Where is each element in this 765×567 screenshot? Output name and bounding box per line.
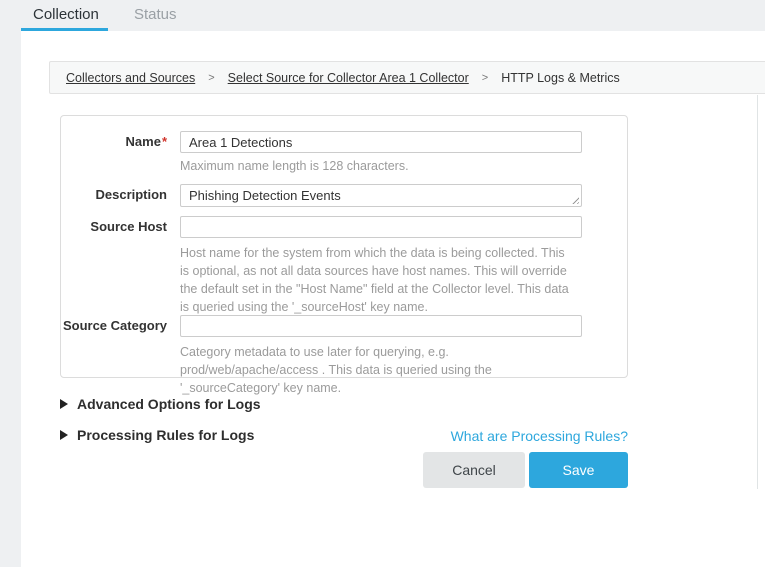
- source-host-help-text: Host name for the system from which the …: [180, 244, 574, 316]
- advanced-options-toggle[interactable]: Advanced Options for Logs: [60, 396, 261, 412]
- breadcrumb-collectors-and-sources[interactable]: Collectors and Sources: [66, 71, 195, 85]
- name-input[interactable]: [180, 131, 582, 153]
- content-panel: Collectors and Sources > Select Source f…: [21, 31, 765, 567]
- source-config-form: Name* Maximum name length is 128 charact…: [60, 115, 628, 378]
- save-button[interactable]: Save: [529, 452, 628, 488]
- description-label: Description: [61, 184, 167, 206]
- cancel-button[interactable]: Cancel: [423, 452, 525, 488]
- collapsed-triangle-icon: [60, 399, 68, 409]
- description-textarea[interactable]: Phishing Detection Events: [180, 184, 582, 207]
- tab-collection[interactable]: Collection: [33, 6, 99, 23]
- collapsed-triangle-icon: [60, 430, 68, 440]
- processing-rules-label: Processing Rules for Logs: [77, 427, 254, 443]
- form-actions: Cancel Save: [21, 452, 628, 488]
- what-are-processing-rules-link[interactable]: What are Processing Rules?: [451, 428, 628, 444]
- breadcrumb-separator: >: [208, 72, 214, 84]
- source-category-input[interactable]: [180, 315, 582, 337]
- name-label-text: Name: [126, 134, 161, 149]
- source-category-label: Source Category: [61, 315, 167, 337]
- description-field-wrap: Phishing Detection Events: [180, 184, 582, 207]
- breadcrumb-separator: >: [482, 72, 488, 84]
- breadcrumb-select-source[interactable]: Select Source for Collector Area 1 Colle…: [228, 71, 469, 85]
- breadcrumb: Collectors and Sources > Select Source f…: [49, 61, 765, 94]
- name-help-text: Maximum name length is 128 characters.: [180, 157, 574, 175]
- source-host-input[interactable]: [180, 216, 582, 238]
- panel-right-divider: [757, 95, 758, 489]
- breadcrumb-current-page: HTTP Logs & Metrics: [501, 71, 620, 85]
- source-category-help-text: Category metadata to use later for query…: [180, 343, 574, 397]
- advanced-options-label: Advanced Options for Logs: [77, 396, 261, 412]
- source-host-label: Source Host: [61, 216, 167, 238]
- name-label: Name*: [61, 131, 167, 153]
- tab-bar: Collection Status: [0, 0, 765, 31]
- tab-status[interactable]: Status: [134, 6, 177, 23]
- required-asterisk: *: [162, 134, 167, 149]
- processing-rules-toggle[interactable]: Processing Rules for Logs: [60, 427, 254, 443]
